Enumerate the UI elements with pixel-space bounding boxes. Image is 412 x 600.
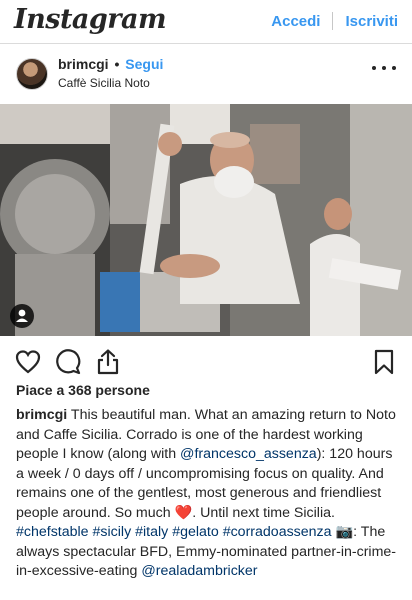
mention-link[interactable]: @francesco_assenza bbox=[180, 446, 317, 462]
hashtag-link[interactable]: #italy bbox=[135, 524, 168, 540]
more-icon[interactable] bbox=[372, 56, 396, 80]
mention-link[interactable]: @realadambricker bbox=[141, 563, 257, 579]
hashtag-link[interactable]: #gelato bbox=[172, 524, 219, 540]
heart-icon[interactable] bbox=[14, 348, 42, 376]
share-icon[interactable] bbox=[94, 348, 122, 376]
caption-text: . Until next time Sicilia. bbox=[192, 504, 335, 521]
caption-username[interactable]: brimcgi bbox=[16, 407, 67, 423]
post-actions bbox=[0, 342, 412, 382]
post-username[interactable]: brimcgi bbox=[58, 56, 109, 72]
post-header: brimcgi • Segui Caffè Sicilia Noto bbox=[0, 50, 412, 98]
top-bar: Instagram Accedi Iscriviti bbox=[0, 0, 412, 44]
follow-button[interactable]: Segui bbox=[125, 56, 163, 72]
likes-count[interactable]: Piace a 368 persone bbox=[16, 382, 150, 398]
login-link[interactable]: Accedi bbox=[271, 13, 320, 30]
instagram-logo[interactable]: Instagram bbox=[14, 4, 167, 35]
user-tag-icon[interactable] bbox=[10, 304, 34, 328]
post-photo[interactable] bbox=[0, 104, 412, 336]
bookmark-icon[interactable] bbox=[370, 348, 398, 376]
hashtag-link[interactable]: #sicily bbox=[93, 524, 132, 540]
avatar[interactable] bbox=[16, 58, 48, 90]
signup-link[interactable]: Iscriviti bbox=[345, 13, 398, 30]
username-line: brimcgi • Segui bbox=[58, 56, 163, 72]
comment-icon[interactable] bbox=[54, 348, 82, 376]
camera-emoji: 📷 bbox=[335, 524, 354, 540]
post-caption: brimcgi This beautiful man. What an amaz… bbox=[16, 406, 400, 582]
hashtag-link[interactable]: #chefstable bbox=[16, 524, 89, 540]
heart-emoji: ❤️ bbox=[174, 504, 193, 521]
hashtag-link[interactable]: #corradoassenza bbox=[223, 524, 332, 540]
post-location[interactable]: Caffè Sicilia Noto bbox=[58, 76, 150, 90]
separator-dot: • bbox=[114, 56, 120, 72]
photo-illustration bbox=[0, 104, 412, 336]
auth-links: Accedi Iscriviti bbox=[271, 12, 398, 30]
divider bbox=[332, 12, 334, 30]
